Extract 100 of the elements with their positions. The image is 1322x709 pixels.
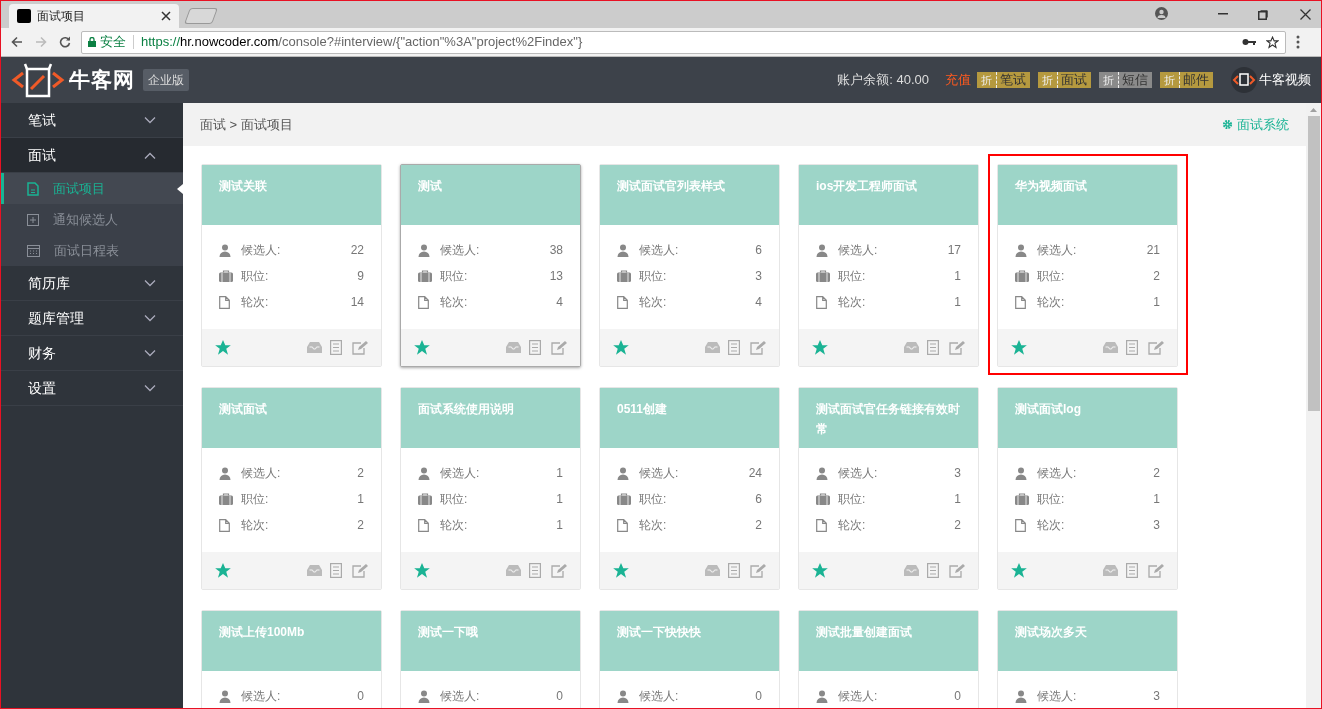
sidebar-item[interactable]: 面试 <box>1 138 183 173</box>
url-text: https://hr.nowcoder.com/console?#interview/{"action"%3A"project%2Findex"} <box>141 33 583 52</box>
card-title: 测试面试log <box>1015 401 1082 418</box>
stat-value: 13 <box>549 268 563 285</box>
stat-label: 职位: <box>241 491 270 508</box>
stat-label: 轮次: <box>639 517 668 534</box>
stat-value: 3 <box>1153 688 1160 705</box>
project-card[interactable]: 测试面试 候选人: 2 职位: 1 轮次: 2 <box>201 387 382 590</box>
tab-title: 面试项目 <box>37 8 86 25</box>
stat-value: 3 <box>755 268 762 285</box>
project-card[interactable]: 测试批量创建面试 候选人: 0 <box>798 610 979 708</box>
stat-value: 1 <box>556 517 563 534</box>
stat-value: 1 <box>1153 294 1160 311</box>
stat-label: 候选人: <box>1037 242 1078 259</box>
card-title: 测试一下哦 <box>418 624 479 641</box>
card-title: 测试上传100Mb <box>219 624 306 641</box>
stat-label: 轮次: <box>639 294 668 311</box>
stat-label: 轮次: <box>838 294 867 311</box>
card-title: 面试系统使用说明 <box>418 401 515 418</box>
stat-value: 17 <box>947 242 961 259</box>
project-card[interactable]: 测试面试log 候选人: 2 职位: 1 轮次: 3 <box>997 387 1178 590</box>
stat-label: 候选人: <box>838 465 879 482</box>
stat-label: 职位: <box>440 491 469 508</box>
stat-label: 轮次: <box>1037 517 1066 534</box>
stat-label: 候选人: <box>241 688 282 705</box>
video-link[interactable]: 牛客视频 <box>1259 70 1311 90</box>
stat-label: 职位: <box>639 268 668 285</box>
stat-value: 3 <box>954 465 961 482</box>
project-card[interactable]: 测试关联 候选人: 22 职位: 9 轮次: 14 <box>201 164 382 367</box>
discount-badge[interactable]: 折 邮件 <box>1160 72 1213 88</box>
discount-badge[interactable]: 折 笔试 <box>977 72 1030 88</box>
stat-value: 24 <box>748 465 762 482</box>
stat-value: 1 <box>954 268 961 285</box>
project-card[interactable]: 测试面试官列表样式 候选人: 6 职位: 3 轮次: 4 <box>599 164 780 367</box>
project-card[interactable]: 测试上传100Mb 候选人: 0 <box>201 610 382 708</box>
stat-value: 1 <box>556 465 563 482</box>
stat-label: 轮次: <box>440 294 469 311</box>
card-title: 测试批量创建面试 <box>816 624 913 641</box>
sidebar-subitem[interactable]: 通知候选人 <box>1 204 183 235</box>
card-title: 测试一下快快快 <box>617 624 702 641</box>
card-title: 测试关联 <box>219 178 268 195</box>
stat-value: 4 <box>755 294 762 311</box>
stat-value: 6 <box>755 242 762 259</box>
project-card[interactable]: 测试一下哦 候选人: 0 <box>400 610 581 708</box>
project-card[interactable]: 测试 候选人: 38 职位: 13 轮次: 4 <box>400 164 581 367</box>
stat-label: 轮次: <box>838 517 867 534</box>
stat-value: 22 <box>350 242 364 259</box>
stat-value: 1 <box>954 294 961 311</box>
card-title: 测试面试官任务链接有效时常 <box>816 401 961 438</box>
stat-value: 0 <box>556 688 563 705</box>
recharge-link[interactable]: 充值 <box>945 70 971 90</box>
stat-label: 轮次: <box>1037 294 1066 311</box>
account-balance: 账户余额: 40.00 <box>837 71 929 90</box>
stat-label: 候选人: <box>440 688 481 705</box>
stat-value: 0 <box>755 688 762 705</box>
stat-value: 14 <box>350 294 364 311</box>
stat-label: 候选人: <box>440 465 481 482</box>
stat-label: 轮次: <box>241 294 270 311</box>
stat-label: 职位: <box>639 491 668 508</box>
stat-label: 职位: <box>838 491 867 508</box>
sidebar-subitem[interactable]: 面试项目 <box>1 173 183 204</box>
card-title: 测试场次多天 <box>1015 624 1088 641</box>
breadcrumb: 面试 > 面试项目 <box>200 115 293 134</box>
discount-badge[interactable]: 折 短信 <box>1099 72 1152 88</box>
project-card[interactable]: 测试面试官任务链接有效时常 候选人: 3 职位: 1 轮次: 2 <box>798 387 979 590</box>
stat-label: 候选人: <box>639 242 680 259</box>
logo-text: 牛客网 <box>69 67 135 94</box>
project-card[interactable]: 测试一下快快快 候选人: 0 <box>599 610 780 708</box>
stat-label: 候选人: <box>838 688 879 705</box>
address-bar[interactable]: 安全 https://hr.nowcoder.com/console?#interview/{"action"%3A"project%2Findex"} <box>81 30 1286 54</box>
stat-value: 1 <box>357 491 364 508</box>
card-title: 0511创建 <box>617 401 669 418</box>
browser-tab[interactable]: 面试项目 <box>9 4 179 28</box>
project-card[interactable]: 面试系统使用说明 候选人: 1 职位: 1 轮次: 1 <box>400 387 581 590</box>
discount-badge[interactable]: 折 面试 <box>1038 72 1091 88</box>
secure-label: 安全 <box>100 33 126 52</box>
card-title: 华为视频面试 <box>1015 178 1088 195</box>
project-card[interactable]: 0511创建 候选人: 24 职位: 6 轮次: 2 <box>599 387 780 590</box>
sidebar-subitem[interactable]: 面试日程表 <box>1 235 183 266</box>
project-card[interactable]: ios开发工程师面试 候选人: 17 职位: 1 轮次: 1 <box>798 164 979 367</box>
project-card[interactable]: 测试场次多天 候选人: 3 <box>997 610 1178 708</box>
stat-label: 候选人: <box>639 688 680 705</box>
stat-value: 2 <box>1153 268 1160 285</box>
edition-tag: 企业版 <box>143 69 189 91</box>
stat-label: 候选人: <box>241 242 282 259</box>
stat-label: 候选人: <box>639 465 680 482</box>
stat-value: 4 <box>556 294 563 311</box>
project-card[interactable]: 华为视频面试 候选人: 21 职位: 2 轮次: 1 <box>997 164 1178 367</box>
stat-value: 2 <box>357 465 364 482</box>
stat-label: 候选人: <box>1037 688 1078 705</box>
stat-value: 9 <box>357 268 364 285</box>
stat-label: 职位: <box>440 268 469 285</box>
stat-value: 0 <box>954 688 961 705</box>
stat-value: 2 <box>357 517 364 534</box>
stat-label: 轮次: <box>241 517 270 534</box>
card-title: 测试面试官列表样式 <box>617 178 726 195</box>
card-title: ios开发工程师面试 <box>816 178 919 195</box>
stat-label: 职位: <box>1037 491 1066 508</box>
stat-value: 1 <box>1153 491 1160 508</box>
stat-value: 2 <box>755 517 762 534</box>
